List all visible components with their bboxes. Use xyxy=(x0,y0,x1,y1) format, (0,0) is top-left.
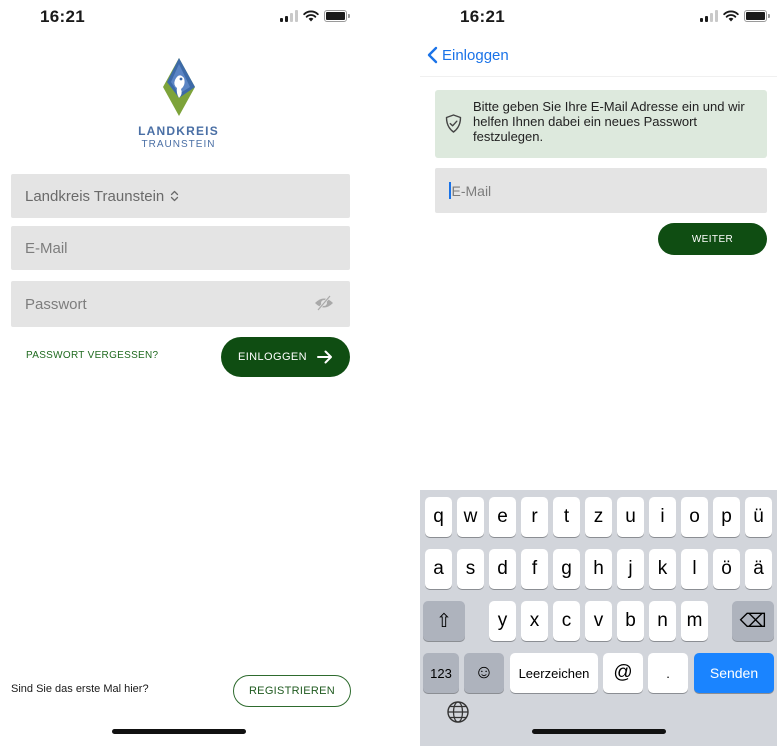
reset-email-field[interactable]: E-Mail xyxy=(435,168,767,213)
key-d[interactable]: d xyxy=(489,549,516,589)
key-m[interactable]: m xyxy=(681,601,708,641)
back-button[interactable]: Einloggen xyxy=(426,46,509,64)
chevron-left-icon xyxy=(427,46,438,64)
key-y[interactable]: y xyxy=(489,601,516,641)
register-button[interactable]: REGISTRIEREN xyxy=(233,675,351,707)
brand-subtitle: TRAUNSTEIN xyxy=(141,139,216,150)
wifi-icon xyxy=(723,10,739,22)
region-select[interactable]: Landkreis Traunstein xyxy=(11,174,350,218)
status-time: 16:21 xyxy=(460,7,505,26)
reset-email-placeholder: E-Mail xyxy=(451,182,492,199)
key-v[interactable]: v xyxy=(585,601,612,641)
next-button[interactable]: WEITER xyxy=(658,223,767,255)
email-placeholder: E-Mail xyxy=(25,239,68,257)
forgot-password-link[interactable]: PASSWORT VERGESSEN? xyxy=(26,350,158,361)
key-p[interactable]: p xyxy=(713,497,740,537)
arrow-right-icon xyxy=(317,350,332,364)
key-c[interactable]: c xyxy=(553,601,580,641)
key-ü[interactable]: ü xyxy=(745,497,772,537)
nav-divider xyxy=(420,76,777,77)
password-field[interactable]: Passwort xyxy=(11,281,350,327)
text-cursor xyxy=(449,182,451,199)
key-g[interactable]: g xyxy=(553,549,580,589)
delete-key[interactable]: ⌫ xyxy=(732,601,774,641)
key-b[interactable]: b xyxy=(617,601,644,641)
status-time: 16:21 xyxy=(40,7,85,26)
key-u[interactable]: u xyxy=(617,497,644,537)
key-q[interactable]: q xyxy=(425,497,452,537)
status-icons xyxy=(280,10,350,22)
shield-check-icon xyxy=(445,114,462,133)
dot-key[interactable]: . xyxy=(648,653,688,693)
password-placeholder: Passwort xyxy=(25,295,87,313)
info-box: Bitte geben Sie Ihre E-Mail Adresse ein … xyxy=(435,90,767,158)
home-indicator[interactable] xyxy=(111,729,246,734)
brand-name: LANDKREIS xyxy=(138,124,219,138)
region-select-value: Landkreis Traunstein xyxy=(25,187,165,205)
key-r[interactable]: r xyxy=(521,497,548,537)
key-l[interactable]: l xyxy=(681,549,708,589)
status-icons xyxy=(700,10,770,22)
first-time-text: Sind Sie das erste Mal hier? xyxy=(11,683,149,695)
login-button[interactable]: EINLOGGEN xyxy=(221,337,350,377)
space-key[interactable]: Leerzeichen xyxy=(510,653,598,693)
login-button-label: EINLOGGEN xyxy=(237,351,307,363)
key-w[interactable]: w xyxy=(457,497,484,537)
send-key[interactable]: Senden xyxy=(694,653,774,693)
key-e[interactable]: e xyxy=(489,497,516,537)
password-reset-screen: 16:21 Einloggen Bitte geben Sie Ihre E-M… xyxy=(420,0,777,746)
status-bar: 16:21 xyxy=(0,0,357,40)
wifi-icon xyxy=(303,10,319,22)
signal-icon xyxy=(700,10,718,22)
key-o[interactable]: o xyxy=(681,497,708,537)
globe-icon[interactable] xyxy=(446,700,470,724)
shift-key[interactable]: ⇧ xyxy=(423,601,465,641)
battery-icon xyxy=(744,10,770,22)
onscreen-keyboard: q w e r t z u i o p ü a s d f g h j k l ö ä y x c v b n m ⇧ ⌫ 123 ☺ Leerz… xyxy=(420,490,777,746)
login-screen: 16:21 LANDKREIS TRAUNSTEIN Landkreis Tra… xyxy=(0,0,357,746)
at-key[interactable]: @ xyxy=(603,653,643,693)
status-bar: 16:21 xyxy=(420,0,777,40)
numbers-key[interactable]: 123 xyxy=(423,653,459,693)
key-z[interactable]: z xyxy=(585,497,612,537)
key-ö[interactable]: ö xyxy=(713,549,740,589)
battery-icon xyxy=(324,10,350,22)
email-field[interactable]: E-Mail xyxy=(11,226,350,270)
key-ä[interactable]: ä xyxy=(745,549,772,589)
key-h[interactable]: h xyxy=(585,549,612,589)
chevron-up-down-icon xyxy=(171,190,179,202)
eye-slash-icon[interactable] xyxy=(314,295,334,311)
home-indicator[interactable] xyxy=(531,729,666,734)
key-n[interactable]: n xyxy=(649,601,676,641)
key-f[interactable]: f xyxy=(521,549,548,589)
landkreis-traunstein-logo xyxy=(163,58,195,116)
key-j[interactable]: j xyxy=(617,549,644,589)
signal-icon xyxy=(280,10,298,22)
back-button-label: Einloggen xyxy=(442,46,509,64)
info-text: Bitte geben Sie Ihre E-Mail Adresse ein … xyxy=(473,99,745,144)
key-a[interactable]: a xyxy=(425,549,452,589)
key-x[interactable]: x xyxy=(521,601,548,641)
key-s[interactable]: s xyxy=(457,549,484,589)
key-k[interactable]: k xyxy=(649,549,676,589)
emoji-key[interactable]: ☺ xyxy=(464,653,504,693)
key-t[interactable]: t xyxy=(553,497,580,537)
key-i[interactable]: i xyxy=(649,497,676,537)
